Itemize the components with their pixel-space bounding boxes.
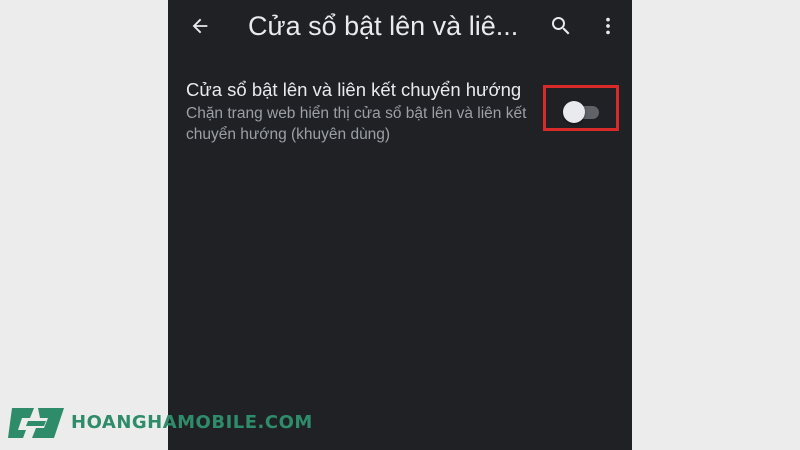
setting-description: Chặn trang web hiển thị cửa sổ bật lên v… — [186, 105, 527, 143]
popups-toggle-switch[interactable] — [563, 101, 601, 123]
brand-watermark: HOANGHAMOBILE.COM — [8, 402, 313, 442]
app-bar: Cửa sổ bật lên và liê... — [168, 0, 632, 52]
page-title: Cửa sổ bật lên và liê... — [248, 11, 519, 41]
more-options-button[interactable] — [592, 10, 624, 42]
toggle-thumb — [563, 101, 585, 123]
popups-redirects-setting-row[interactable]: Cửa sổ bật lên và liên kết chuyển hướng … — [168, 70, 632, 150]
back-button[interactable] — [184, 10, 216, 42]
search-button[interactable] — [545, 10, 577, 42]
screenshot-stage: Cửa sổ bật lên và liê... Cửa sổ bật lên … — [0, 0, 800, 450]
more-vert-icon — [606, 17, 610, 35]
arrow-back-icon — [192, 18, 208, 34]
watermark-text: HOANGHAMOBILE.COM — [71, 411, 313, 433]
phone-screen: Cửa sổ bật lên và liê... Cửa sổ bật lên … — [168, 0, 632, 450]
search-icon — [552, 17, 570, 35]
brand-logo-icon — [8, 408, 64, 438]
setting-title: Cửa sổ bật lên và liên kết chuyển hướng — [186, 79, 522, 100]
